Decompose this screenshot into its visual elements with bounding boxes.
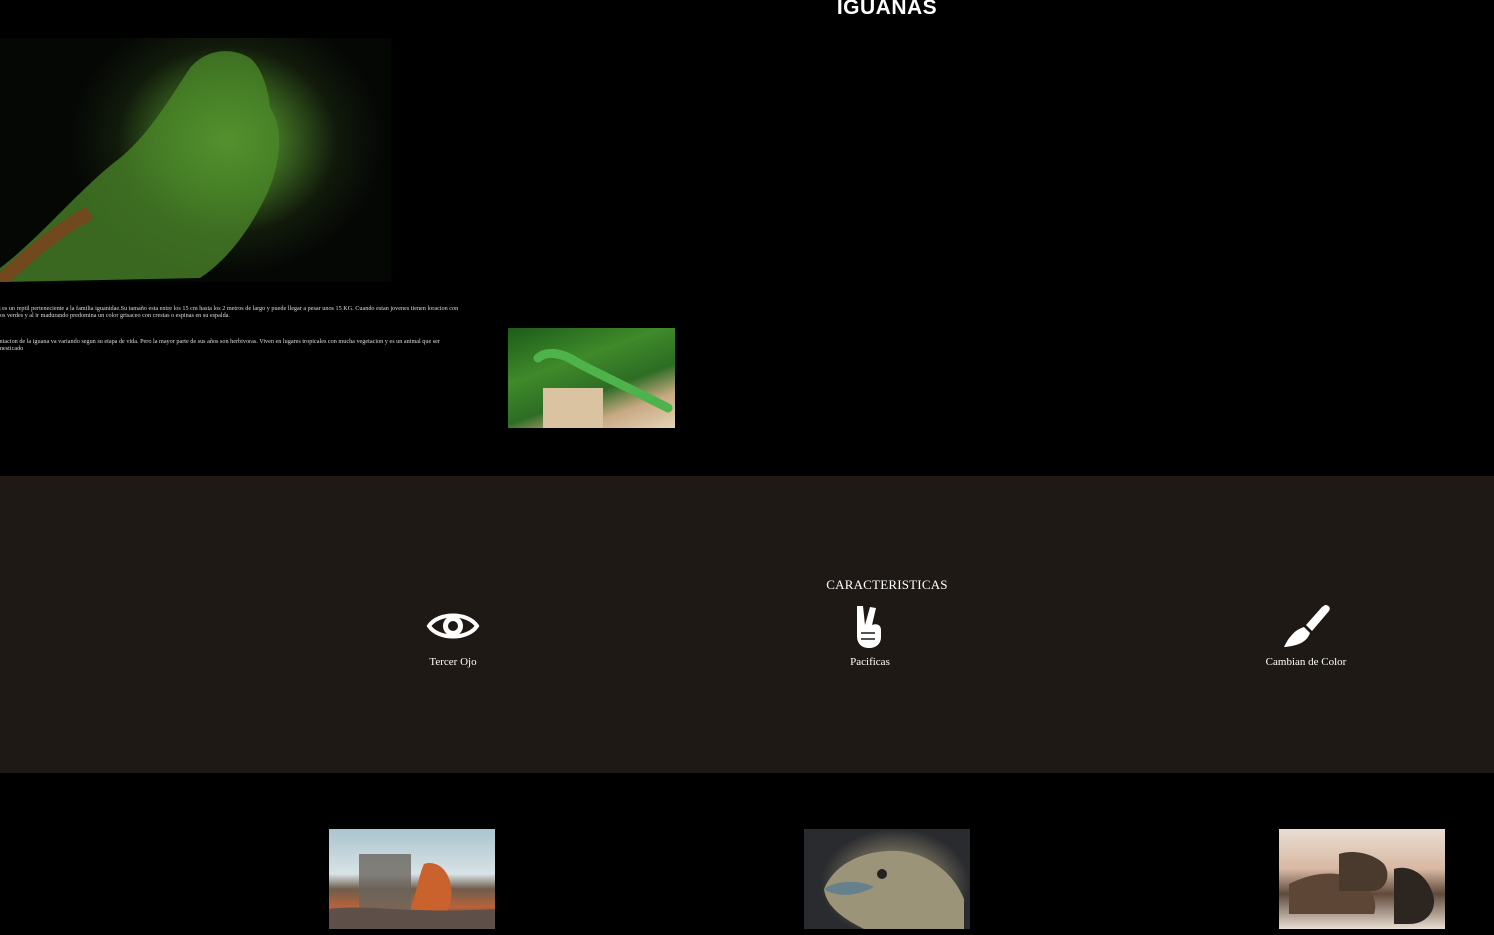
peace-hand-icon bbox=[857, 606, 881, 648]
diet-paragraph: mentacion de la iguana va variando segun… bbox=[0, 338, 440, 352]
feature-peaceful: Pacificas bbox=[810, 603, 930, 668]
gallery-image-iguana-head bbox=[804, 829, 970, 929]
page-title: IGUANAS bbox=[836, 0, 938, 19]
gallery-image-iguana-group bbox=[1279, 829, 1445, 929]
feature-label: Pacificas bbox=[850, 656, 890, 668]
feature-third-eye: Tercer Ojo bbox=[393, 603, 513, 668]
feature-label: Tercer Ojo bbox=[429, 656, 477, 668]
paint-brush-icon bbox=[1284, 605, 1330, 647]
feature-change-color: Cambian de Color bbox=[1246, 603, 1366, 668]
feature-label: Cambian de Color bbox=[1265, 656, 1347, 668]
hero-iguana-image bbox=[0, 38, 391, 282]
features-section: CARACTERISTICAS Tercer Ojo Pacificas Cam… bbox=[0, 476, 1494, 773]
lizard-on-stump-image bbox=[508, 328, 675, 428]
gallery-image-beach-iguana bbox=[329, 829, 495, 929]
eye-icon bbox=[426, 613, 480, 639]
intro-paragraph: ana es un reptil perteneciente a la fami… bbox=[0, 305, 459, 319]
features-heading: CARACTERISTICAS bbox=[826, 577, 948, 592]
